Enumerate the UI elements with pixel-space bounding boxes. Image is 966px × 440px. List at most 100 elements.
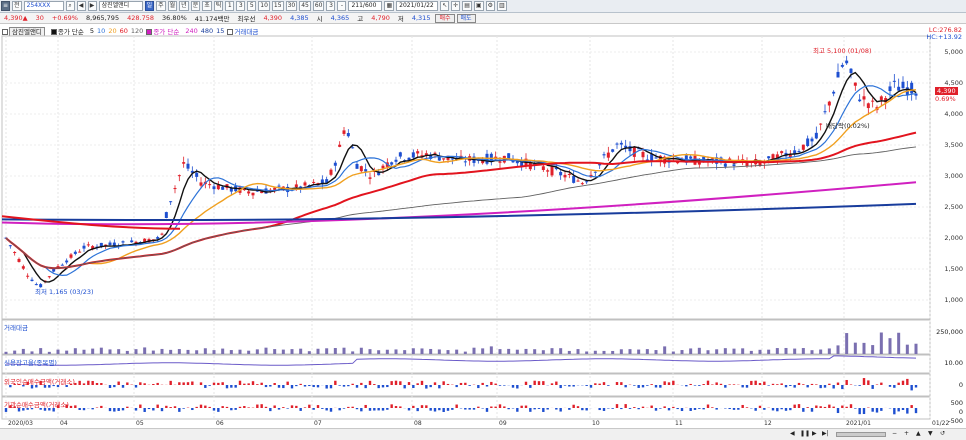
volume-bar bbox=[541, 350, 545, 354]
calendar-icon[interactable]: ▦ bbox=[384, 1, 395, 11]
tab-year[interactable]: 년 bbox=[179, 1, 189, 11]
menu-button[interactable]: ≡ bbox=[1, 1, 11, 11]
foreign-bar bbox=[277, 385, 281, 388]
inst-bar bbox=[178, 408, 181, 412]
foreign-bar bbox=[82, 383, 86, 385]
date-field[interactable]: 2021/01/22 bbox=[396, 1, 439, 11]
inst-bar bbox=[69, 405, 73, 408]
tab-minute[interactable]: 분 bbox=[190, 1, 201, 11]
inst-bar bbox=[308, 404, 311, 408]
inst-bar bbox=[191, 408, 194, 411]
volume-bar bbox=[515, 349, 519, 354]
volume-bar bbox=[914, 343, 918, 354]
inst-bar bbox=[537, 408, 541, 409]
foreign-bar bbox=[334, 380, 337, 385]
foreign-bar bbox=[888, 385, 892, 387]
up-arrow-button[interactable]: ▲ bbox=[916, 430, 921, 437]
inst-bar bbox=[585, 408, 588, 411]
volume-bar bbox=[888, 338, 892, 354]
candle-body bbox=[866, 103, 870, 109]
inst-bar bbox=[806, 407, 809, 408]
inst-bar bbox=[355, 408, 359, 410]
interval-15[interactable]: 15 bbox=[271, 1, 284, 11]
count-field[interactable]: 211/600 bbox=[348, 1, 383, 11]
interval-5[interactable]: 5 bbox=[247, 1, 257, 11]
zoom-out-button[interactable]: − bbox=[892, 430, 897, 437]
interval-10[interactable]: 10 bbox=[258, 1, 270, 11]
reset-button[interactable]: ↺ bbox=[940, 430, 945, 437]
inst-bar bbox=[173, 406, 177, 408]
candle-body bbox=[364, 169, 368, 172]
foreign-bar bbox=[325, 385, 328, 389]
volume-bar bbox=[186, 349, 190, 354]
foreign-bar bbox=[329, 385, 333, 389]
interval-45[interactable]: 45 bbox=[299, 1, 311, 11]
interval-3[interactable]: 3 bbox=[236, 1, 246, 11]
prev-stock-button[interactable]: ◀ bbox=[76, 1, 86, 11]
inst-bar bbox=[797, 404, 801, 408]
interval-custom[interactable]: 3 bbox=[326, 1, 336, 11]
tab-second[interactable]: 초 bbox=[202, 1, 212, 11]
foreign-bar bbox=[390, 381, 393, 385]
volume-panel-title: 거래대금 bbox=[4, 324, 28, 332]
pause-button[interactable]: ❚❚ bbox=[800, 430, 810, 437]
foreign-bar bbox=[615, 382, 619, 385]
inst-bar bbox=[338, 408, 341, 411]
search-icon[interactable]: ⌕ bbox=[65, 1, 75, 11]
inst-bar bbox=[390, 404, 393, 408]
minus-button[interactable]: - bbox=[337, 1, 347, 11]
candle-body bbox=[130, 240, 134, 243]
inst-bar bbox=[316, 405, 320, 408]
next-stock-button[interactable]: ▶ bbox=[87, 1, 97, 11]
tab-month[interactable]: 월 bbox=[167, 1, 178, 11]
inst-bar bbox=[143, 408, 146, 412]
gear-icon[interactable]: ⚙ bbox=[485, 1, 495, 11]
inst-bar bbox=[312, 408, 315, 410]
chart-canvas[interactable] bbox=[0, 24, 966, 428]
candle-body bbox=[463, 161, 467, 163]
stock-code-input[interactable]: 254XXX bbox=[23, 1, 64, 11]
sell-button[interactable]: 매도 bbox=[456, 13, 476, 23]
interval-1[interactable]: 1 bbox=[225, 1, 235, 11]
period-button[interactable]: 전 bbox=[12, 1, 22, 11]
candle-body bbox=[247, 191, 251, 194]
inst-bar bbox=[195, 406, 198, 408]
volume-bar bbox=[221, 348, 225, 354]
candle-body bbox=[498, 161, 502, 163]
foreign-bar bbox=[260, 382, 263, 385]
scroll-right-button[interactable]: ▶ bbox=[812, 430, 817, 437]
save-icon[interactable]: ▣ bbox=[473, 1, 484, 11]
volume-bar bbox=[394, 349, 398, 354]
interval-30[interactable]: 30 bbox=[285, 1, 298, 11]
inst-bar bbox=[472, 408, 476, 410]
interval-60[interactable]: 60 bbox=[312, 1, 325, 11]
candle-body bbox=[273, 187, 277, 190]
low-price: 4,315 bbox=[411, 14, 431, 22]
foreign-bar bbox=[269, 385, 272, 387]
scroll-left-button[interactable]: ◀ bbox=[790, 430, 795, 437]
zoom-slider[interactable] bbox=[836, 432, 886, 437]
foreign-bar bbox=[533, 380, 536, 385]
tab-tick[interactable]: 틱 bbox=[213, 1, 224, 11]
candle-body bbox=[65, 260, 69, 263]
cursor-icon[interactable]: ↖ bbox=[440, 1, 450, 11]
zoom-in-button[interactable]: + bbox=[904, 430, 909, 437]
inst-bar bbox=[758, 405, 762, 408]
quote-line: 4,390▲ 30 +0.69% 8,965,795 428.758 36.80… bbox=[0, 13, 966, 24]
foreign-bar bbox=[503, 385, 506, 386]
tab-week[interactable]: 주 bbox=[156, 1, 166, 11]
scroll-end-button[interactable]: ▶| bbox=[822, 430, 829, 437]
crosshair-icon[interactable]: ✛ bbox=[451, 1, 461, 11]
inst-bar bbox=[386, 408, 389, 410]
inst-bar bbox=[520, 405, 523, 408]
volume-bar bbox=[13, 350, 17, 354]
inst-bar bbox=[490, 406, 493, 408]
stock-name-field[interactable]: 삼진엘앤디 bbox=[98, 1, 143, 11]
buy-button[interactable]: 매수 bbox=[435, 13, 455, 23]
inst-bar bbox=[147, 408, 151, 410]
layout-icon[interactable]: ▥ bbox=[496, 1, 507, 11]
tab-day[interactable]: 일 bbox=[144, 1, 155, 11]
grid-icon[interactable]: ▤ bbox=[462, 1, 472, 11]
down-arrow-button[interactable]: ▼ bbox=[928, 430, 933, 437]
candle-body bbox=[221, 186, 225, 190]
